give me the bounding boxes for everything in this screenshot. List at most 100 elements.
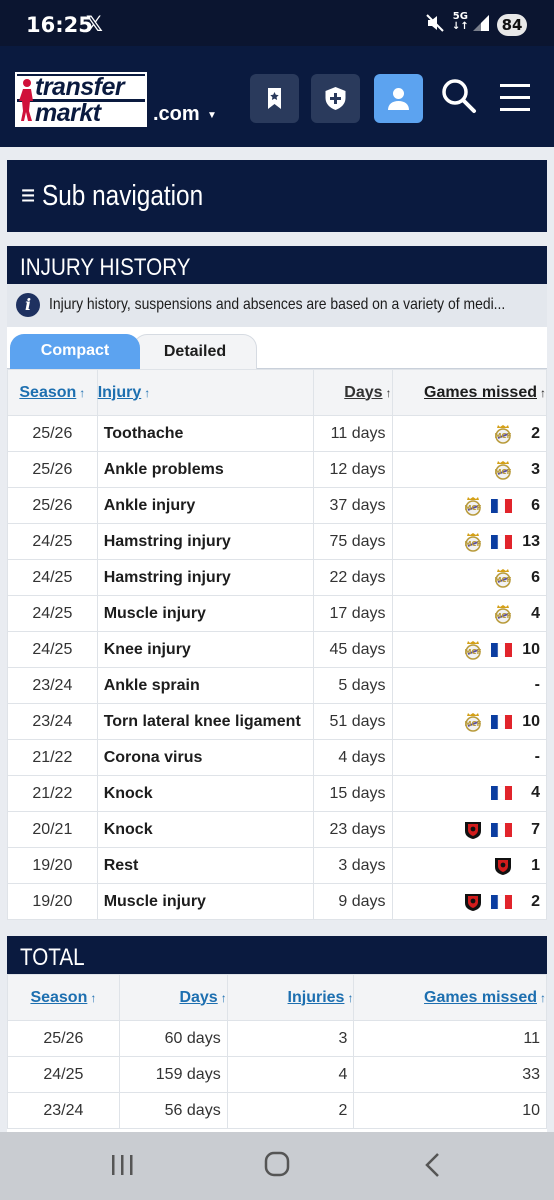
injuries-cell: 4 bbox=[226, 1056, 355, 1093]
club-icons: MCF bbox=[485, 568, 512, 588]
france-flag-icon bbox=[491, 714, 512, 729]
days-cell: 17 days bbox=[312, 595, 393, 632]
season-cell: 25/26 bbox=[7, 451, 98, 488]
games-missed-value: 10 bbox=[522, 640, 540, 658]
season-cell: 20/21 bbox=[7, 811, 98, 848]
season-cell: 25/26 bbox=[7, 415, 98, 452]
real-madrid-crest-icon: MCF bbox=[495, 604, 512, 624]
sort-games-header[interactable]: Games missed ↑ bbox=[391, 369, 548, 416]
injury-cell: Ankle problems bbox=[96, 451, 314, 488]
injury-cell: Ankle sprain bbox=[96, 667, 314, 704]
season-cell: 19/20 bbox=[7, 847, 98, 884]
status-time: 16:25 bbox=[26, 13, 93, 37]
signal-icon bbox=[473, 15, 489, 31]
games-missed-value: 4 bbox=[531, 604, 540, 622]
table-row: 21/22 Knock 15 days 4 bbox=[7, 775, 548, 812]
x-app-icon: 𝕏 bbox=[86, 12, 103, 36]
injury-cell: Toothache bbox=[96, 415, 314, 452]
season-cell: 24/25 bbox=[7, 631, 98, 668]
france-flag-icon bbox=[491, 822, 512, 837]
games-missed-cell: 4 bbox=[391, 775, 548, 812]
table-row: 24/25 Hamstring injury 75 days MCF 13 bbox=[7, 523, 548, 560]
games-missed-cell: MCF 6 bbox=[391, 487, 548, 524]
days-cell: 60 days bbox=[118, 1020, 228, 1057]
club-icons: MCF bbox=[455, 496, 512, 516]
season-cell: 23/24 bbox=[7, 1092, 120, 1129]
table-header-row: Season ↑ Days ↑ Injuries ↑ Games missed ↑ bbox=[7, 974, 547, 1021]
user-icon bbox=[388, 88, 409, 110]
days-cell: 37 days bbox=[312, 487, 393, 524]
club-icons: MCF bbox=[485, 424, 512, 444]
games-missed-cell: 2 bbox=[391, 883, 548, 920]
sort-injuries-header[interactable]: Injuries ↑ bbox=[226, 974, 355, 1021]
profile-button[interactable] bbox=[374, 74, 423, 123]
battery-indicator: 84 bbox=[497, 14, 527, 36]
real-madrid-crest-icon: MCF bbox=[465, 532, 482, 552]
club-icons: MCF bbox=[455, 532, 512, 552]
view-tabs: Detailed Compact bbox=[7, 327, 547, 369]
table-row: 25/26 60 days 3 11 bbox=[7, 1020, 547, 1057]
days-cell: 75 days bbox=[312, 523, 393, 560]
hamburger-menu-icon[interactable] bbox=[500, 84, 530, 112]
injury-cell: Knock bbox=[96, 775, 314, 812]
sort-season-header[interactable]: Season ↑ bbox=[7, 974, 120, 1021]
transfermarkt-logo[interactable]: transfer markt bbox=[15, 72, 147, 127]
recent-apps-icon[interactable] bbox=[110, 1153, 134, 1177]
games-missed-value: 1 bbox=[531, 856, 540, 874]
back-icon[interactable] bbox=[423, 1152, 441, 1178]
domain-selector[interactable]: .com bbox=[153, 103, 200, 126]
injury-cell: Muscle injury bbox=[96, 883, 314, 920]
games-missed-cell: - bbox=[391, 739, 548, 776]
france-flag-icon bbox=[491, 642, 512, 657]
table-row: 24/25 159 days 4 33 bbox=[7, 1056, 547, 1093]
games-missed-cell: 7 bbox=[391, 811, 548, 848]
total-title: TOTAL bbox=[7, 936, 547, 974]
sort-games-header[interactable]: Games missed ↑ bbox=[353, 974, 547, 1021]
days-cell: 15 days bbox=[312, 775, 393, 812]
games-missed-value: 13 bbox=[522, 532, 540, 550]
table-row: 20/21 Knock 23 days 7 bbox=[7, 811, 548, 848]
games-missed-cell: MCF 3 bbox=[391, 451, 548, 488]
table-row: 25/26 Ankle problems 12 days MCF 3 bbox=[7, 451, 548, 488]
days-cell: 12 days bbox=[312, 451, 393, 488]
search-icon[interactable] bbox=[441, 78, 477, 114]
stade-rennais-crest-icon bbox=[465, 821, 481, 839]
sort-days-header[interactable]: Days ↑ bbox=[312, 369, 393, 416]
days-cell: 56 days bbox=[118, 1092, 228, 1129]
svg-text:MCF: MCF bbox=[495, 576, 512, 584]
info-banner[interactable]: i Injury history, suspensions and absenc… bbox=[7, 284, 547, 327]
table-row: 25/26 Ankle injury 37 days MCF 6 bbox=[7, 487, 548, 524]
season-cell: 23/24 bbox=[7, 703, 98, 740]
season-cell: 24/25 bbox=[7, 1056, 120, 1093]
club-icons bbox=[455, 892, 512, 912]
home-icon[interactable] bbox=[264, 1150, 290, 1178]
games-missed-value: 10 bbox=[522, 712, 540, 730]
sub-navigation[interactable]: ≡ Sub navigation bbox=[7, 160, 547, 232]
days-cell: 159 days bbox=[118, 1056, 228, 1093]
svg-text:MCF: MCF bbox=[495, 432, 512, 440]
watchlist-button[interactable] bbox=[250, 74, 299, 123]
shield-button[interactable] bbox=[311, 74, 360, 123]
injury-history-card: INJURY HISTORY i Injury history, suspens… bbox=[7, 246, 548, 920]
injuries-cell: 3 bbox=[226, 1020, 355, 1057]
status-bar: 16:25 𝕏 5G ↓↑ 84 bbox=[0, 0, 554, 46]
chevron-down-icon[interactable]: ▼ bbox=[207, 110, 217, 121]
shield-plus-icon bbox=[325, 87, 346, 110]
games-missed-cell: 1 bbox=[391, 847, 548, 884]
sort-injury-header[interactable]: Injury ↑ bbox=[96, 369, 314, 416]
sort-days-header[interactable]: Days ↑ bbox=[118, 974, 228, 1021]
club-icons: MCF bbox=[455, 640, 512, 660]
games-missed-cell: MCF 6 bbox=[391, 559, 548, 596]
svg-text:MCF: MCF bbox=[495, 468, 512, 476]
tab-compact[interactable]: Compact bbox=[10, 334, 140, 369]
france-flag-icon bbox=[491, 786, 512, 801]
games-missed-value: - bbox=[534, 748, 540, 766]
club-icons bbox=[482, 784, 512, 802]
real-madrid-crest-icon: MCF bbox=[465, 712, 482, 732]
sort-season-header[interactable]: Season ↑ bbox=[7, 369, 98, 416]
days-cell: 45 days bbox=[312, 631, 393, 668]
injury-cell: Torn lateral knee ligament bbox=[96, 703, 314, 740]
season-cell: 21/22 bbox=[7, 775, 98, 812]
injuries-cell: 2 bbox=[226, 1092, 355, 1129]
tab-detailed[interactable]: Detailed bbox=[133, 334, 257, 369]
